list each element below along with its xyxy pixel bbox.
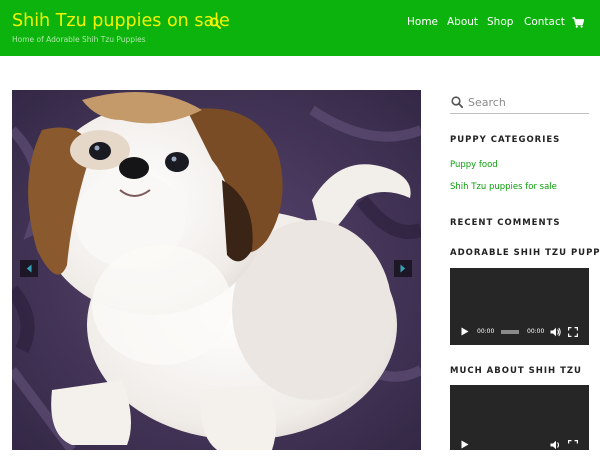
- search-icon[interactable]: [209, 17, 221, 29]
- video-duration: 00:00: [527, 328, 545, 335]
- nav-home[interactable]: Home: [407, 16, 438, 28]
- chevron-right-icon: [400, 264, 406, 273]
- chevron-left-icon: [26, 264, 32, 273]
- video-title-adorable: ADORABLE SHIH TZU PUPPIES: [450, 248, 600, 258]
- category-link-shih-tzu-for-sale[interactable]: Shih Tzu puppies for sale: [450, 182, 557, 192]
- site-tagline: Home of Adorable Shih Tzu Puppies: [12, 35, 146, 44]
- slider-next-button[interactable]: [394, 260, 412, 277]
- sidebar-search: [450, 93, 589, 114]
- video-player-2[interactable]: [450, 385, 589, 450]
- nav-about[interactable]: About: [447, 16, 478, 28]
- nav-shop[interactable]: Shop: [487, 16, 513, 28]
- slider-prev-button[interactable]: [20, 260, 38, 277]
- video-controls: 00:00 00:00: [450, 319, 589, 345]
- video-controls-2: [450, 432, 589, 458]
- play-icon[interactable]: [461, 440, 469, 449]
- volume-icon[interactable]: [550, 440, 561, 450]
- image-slider[interactable]: [12, 90, 421, 450]
- volume-icon[interactable]: [550, 327, 561, 337]
- video-player[interactable]: 00:00 00:00: [450, 268, 589, 345]
- puppy-photo: [12, 90, 421, 450]
- site-title[interactable]: Shih Tzu puppies on sale: [12, 11, 230, 31]
- recent-comments-title: RECENT COMMENTS: [450, 218, 561, 228]
- category-link-puppy-food[interactable]: Puppy food: [450, 160, 498, 170]
- search-icon[interactable]: [451, 96, 463, 108]
- video-title-much-about: MUCH ABOUT SHIH TZU: [450, 366, 582, 376]
- site-header: Shih Tzu puppies on sale Home of Adorabl…: [0, 0, 600, 56]
- categories-title: PUPPY CATEGORIES: [450, 135, 561, 145]
- search-input[interactable]: [468, 93, 587, 111]
- play-icon[interactable]: [461, 327, 469, 336]
- nav-contact[interactable]: Contact: [524, 16, 565, 28]
- video-current-time: 00:00: [477, 328, 495, 335]
- shopping-cart-icon[interactable]: [572, 17, 584, 28]
- fullscreen-icon[interactable]: [568, 327, 578, 337]
- video-progress-rail[interactable]: [501, 330, 519, 334]
- fullscreen-icon[interactable]: [568, 440, 578, 450]
